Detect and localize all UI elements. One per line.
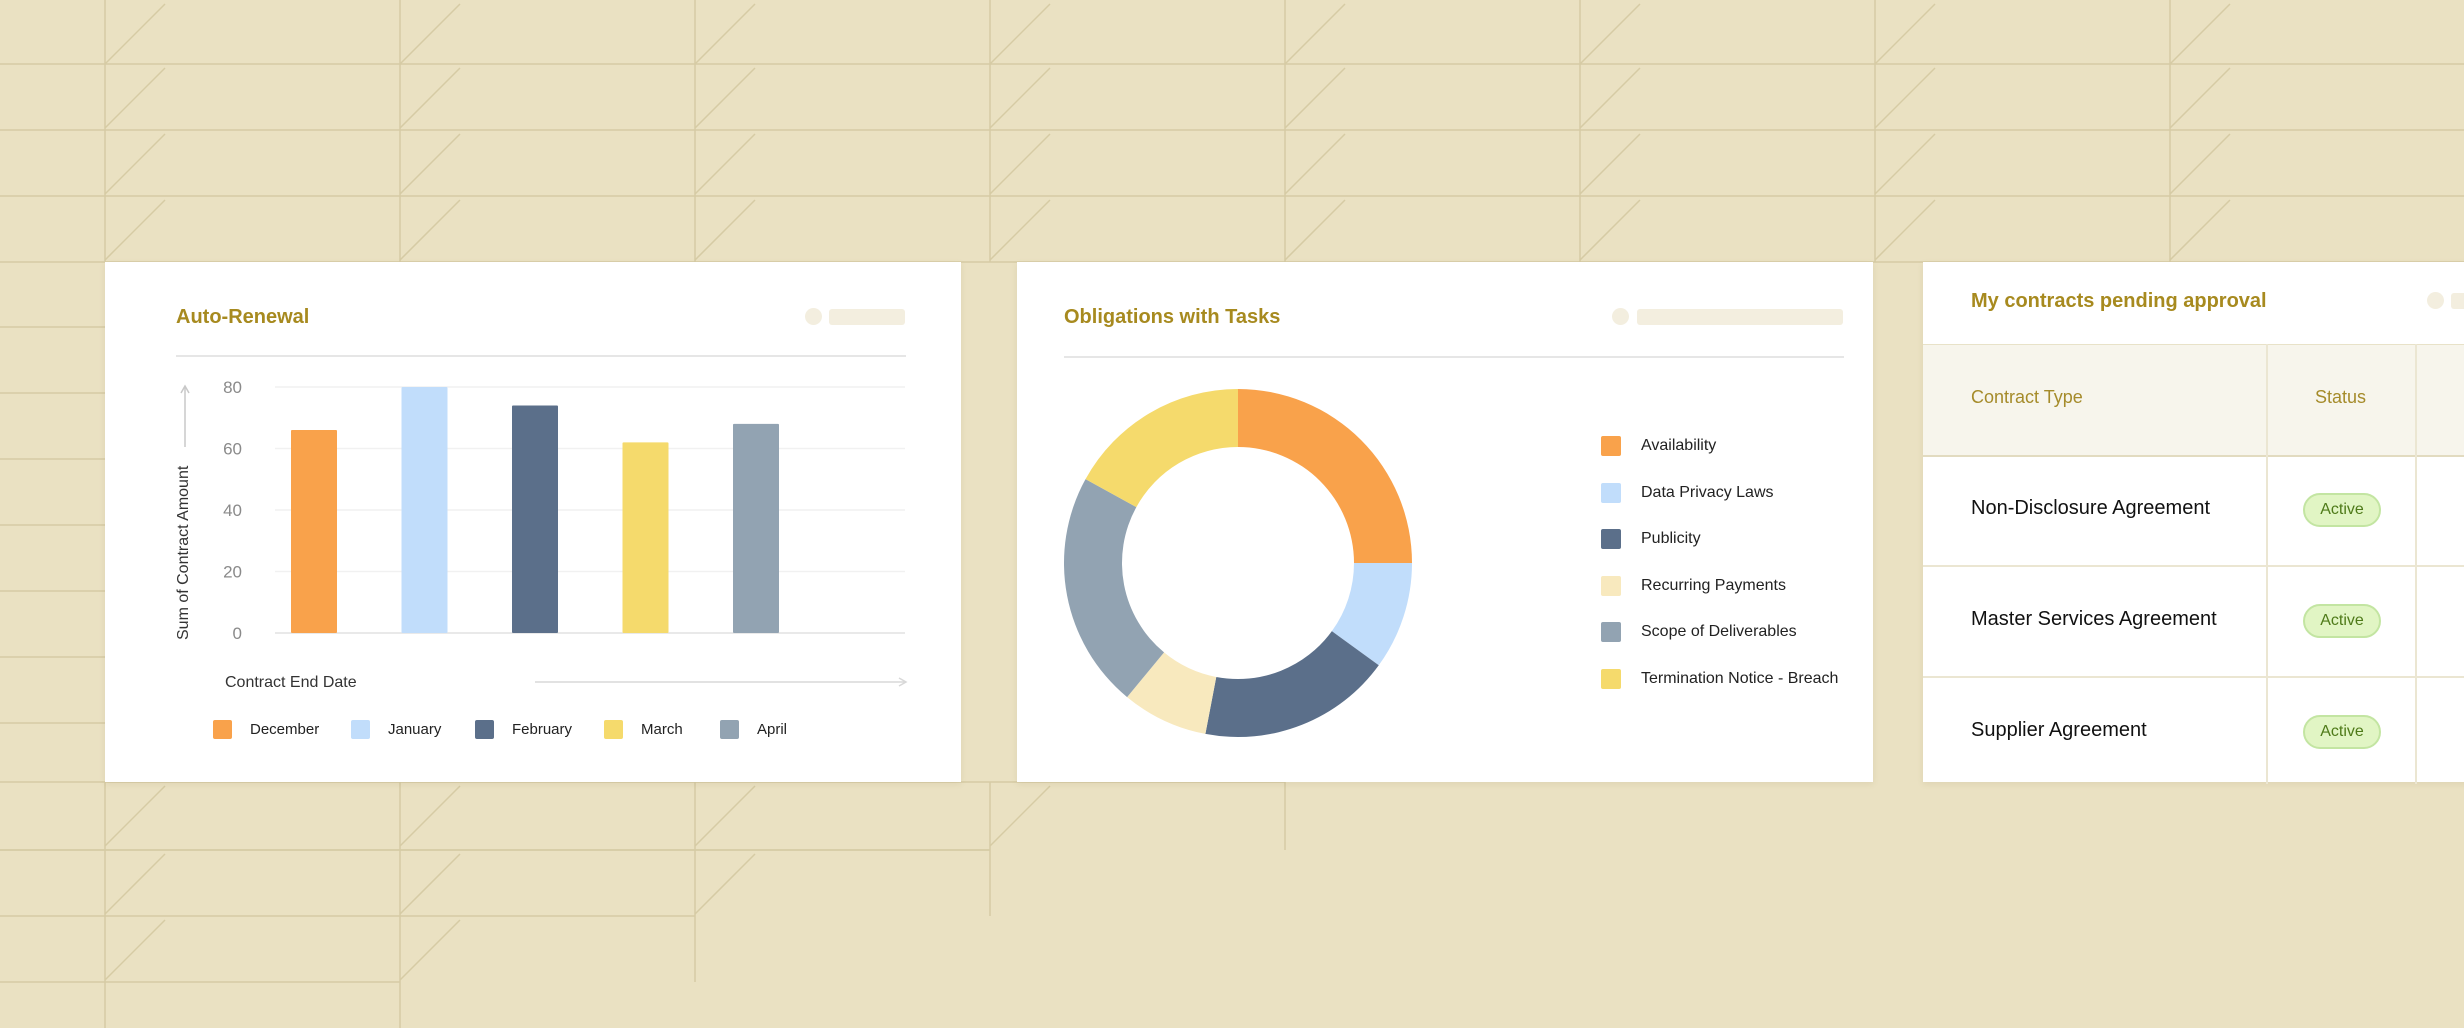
- table-header: Contract Type Status: [1923, 344, 2464, 457]
- status-badge: Active: [2303, 493, 2381, 527]
- legend-item[interactable]: April: [720, 720, 787, 739]
- legend-item[interactable]: Termination Notice - Breach: [1601, 668, 1839, 689]
- bar-april[interactable]: [733, 423, 779, 633]
- donut-slice-publicity[interactable]: [1205, 631, 1379, 737]
- column-divider: [2266, 344, 2268, 784]
- column-header-contract-type[interactable]: Contract Type: [1971, 387, 2083, 408]
- table-row[interactable]: Supplier Agreement Active: [1923, 677, 2464, 787]
- status-badge: Active: [2303, 715, 2381, 749]
- legend-label: Recurring Payments: [1641, 576, 1786, 594]
- auto-renewal-card: Auto-Renewal 0 20 40 60 80 Sum of Contract A…: [105, 262, 961, 782]
- legend-item[interactable]: February: [475, 720, 572, 739]
- table-row[interactable]: Non-Disclosure Agreement Active: [1923, 455, 2464, 567]
- contract-type-cell: Non-Disclosure Agreement: [1971, 497, 2210, 519]
- legend-label: March: [641, 721, 683, 738]
- legend-swatch: [475, 720, 494, 739]
- bar-february[interactable]: [512, 405, 558, 633]
- status-badge: Active: [2303, 604, 2381, 638]
- pending-approval-card: My contracts pending approval Contract T…: [1923, 262, 2464, 784]
- bar-chart: 0 20 40 60 80 Sum of Contract Amount Contrac…: [175, 378, 908, 691]
- legend-item[interactable]: Scope of Deliverables: [1601, 622, 1797, 642]
- x-axis-label: Contract End Date: [225, 674, 357, 691]
- legend-label: Termination Notice - Breach: [1641, 669, 1839, 687]
- bar-march[interactable]: [622, 442, 669, 633]
- legend-swatch: [1601, 482, 1621, 503]
- legend-swatch: [720, 720, 739, 739]
- legend-label: Availability: [1641, 437, 1717, 454]
- legend-label: December: [250, 721, 320, 738]
- legend-item[interactable]: March: [604, 720, 683, 739]
- legend-item[interactable]: December: [213, 720, 319, 739]
- table-row[interactable]: Master Services Agreement Active: [1923, 566, 2464, 678]
- y-tick-label: 60: [223, 440, 242, 459]
- legend-item[interactable]: January: [351, 720, 441, 739]
- obligations-card: Obligations with Tasks Availability Data …: [1017, 262, 1873, 782]
- legend-label: April: [757, 721, 788, 738]
- legend-label: Scope of Deliverables: [1641, 623, 1797, 640]
- bar-january[interactable]: [401, 387, 448, 633]
- legend-label: February: [512, 721, 573, 738]
- legend-swatch: [1601, 529, 1621, 549]
- legend-item[interactable]: Publicity: [1601, 529, 1701, 549]
- legend-item[interactable]: Data Privacy Laws: [1601, 482, 1774, 503]
- legend-swatch: [1601, 622, 1621, 642]
- donut-chart: [1064, 389, 1412, 737]
- y-tick-label: 80: [223, 378, 242, 397]
- legend-swatch: [1601, 668, 1621, 689]
- y-tick-label: 0: [233, 624, 242, 643]
- y-tick-label: 20: [223, 563, 242, 582]
- legend-label: Publicity: [1641, 530, 1701, 547]
- legend-swatch: [213, 720, 232, 739]
- bar-december[interactable]: [291, 430, 337, 633]
- y-tick-label: 40: [223, 501, 242, 520]
- contracts-table: Contract Type Status Non-Disclosure Agre…: [1923, 262, 2464, 784]
- legend-item[interactable]: Availability: [1601, 436, 1716, 456]
- legend-swatch: [351, 720, 370, 739]
- contract-type-cell: Master Services Agreement: [1971, 608, 2217, 630]
- donut-slice-scope-of-deliverables[interactable]: [1064, 479, 1165, 698]
- legend-swatch: [1601, 575, 1621, 596]
- column-divider: [2415, 344, 2417, 784]
- legend-label: January: [388, 721, 442, 738]
- donut-slice-termination-notice-breach[interactable]: [1085, 389, 1238, 508]
- legend-label: Data Privacy Laws: [1641, 483, 1774, 501]
- legend-swatch: [604, 720, 623, 739]
- legend-item[interactable]: Recurring Payments: [1601, 575, 1786, 596]
- column-header-status[interactable]: Status: [2315, 387, 2366, 408]
- contract-type-cell: Supplier Agreement: [1971, 719, 2147, 741]
- legend-swatch: [1601, 436, 1621, 456]
- donut-slice-availability[interactable]: [1238, 389, 1412, 563]
- y-axis-label: Sum of Contract Amount: [175, 465, 192, 640]
